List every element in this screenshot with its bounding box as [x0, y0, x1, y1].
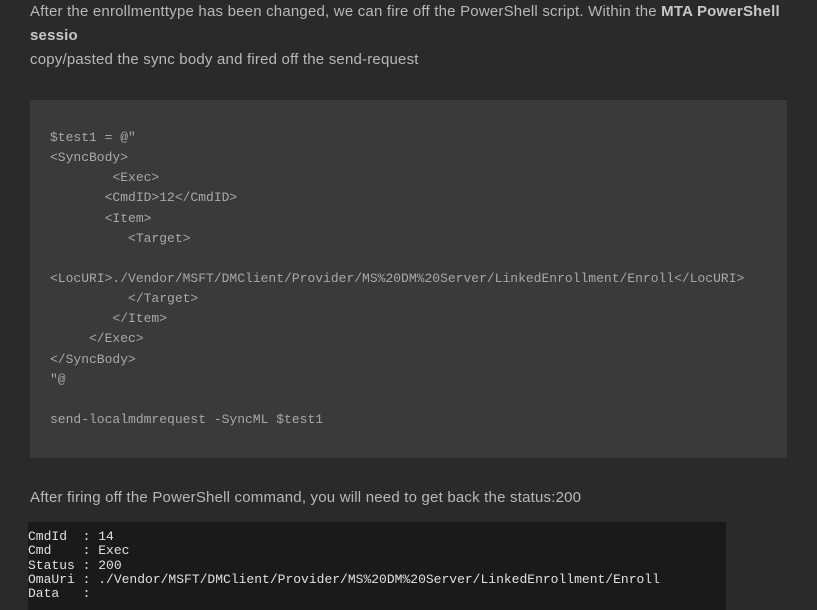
- intro-text-part2: copy/pasted the sync body and fired off …: [30, 51, 419, 68]
- intro-text-part1: After the enrollmenttype has been change…: [30, 3, 661, 20]
- powershell-code-block: $test1 = @" <SyncBody> <Exec> <CmdID>12<…: [30, 100, 787, 458]
- intro-paragraph: After the enrollmenttype has been change…: [30, 0, 787, 72]
- powershell-output-block: CmdId : 14 Cmd : Exec Status : 200 OmaUr…: [28, 522, 726, 609]
- status-paragraph: After firing off the PowerShell command,…: [30, 486, 787, 510]
